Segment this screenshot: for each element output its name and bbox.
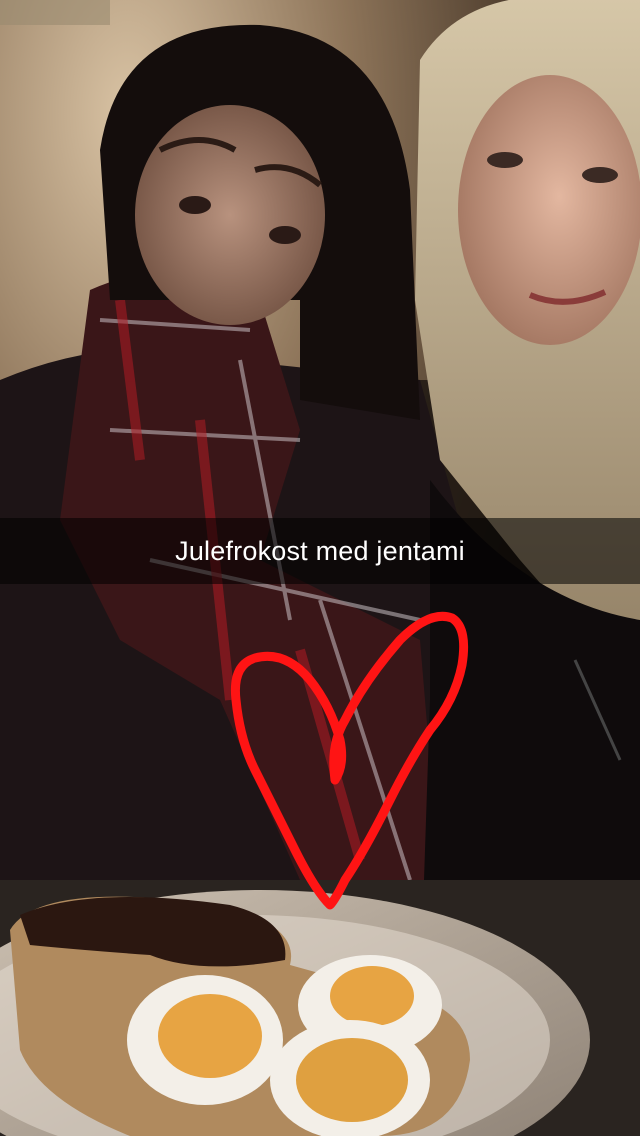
snap-view: Julefrokost med jentami [0, 0, 640, 1136]
snap-caption: Julefrokost med jentami [175, 535, 465, 566]
snap-caption-bar: Julefrokost med jentami [0, 518, 640, 584]
